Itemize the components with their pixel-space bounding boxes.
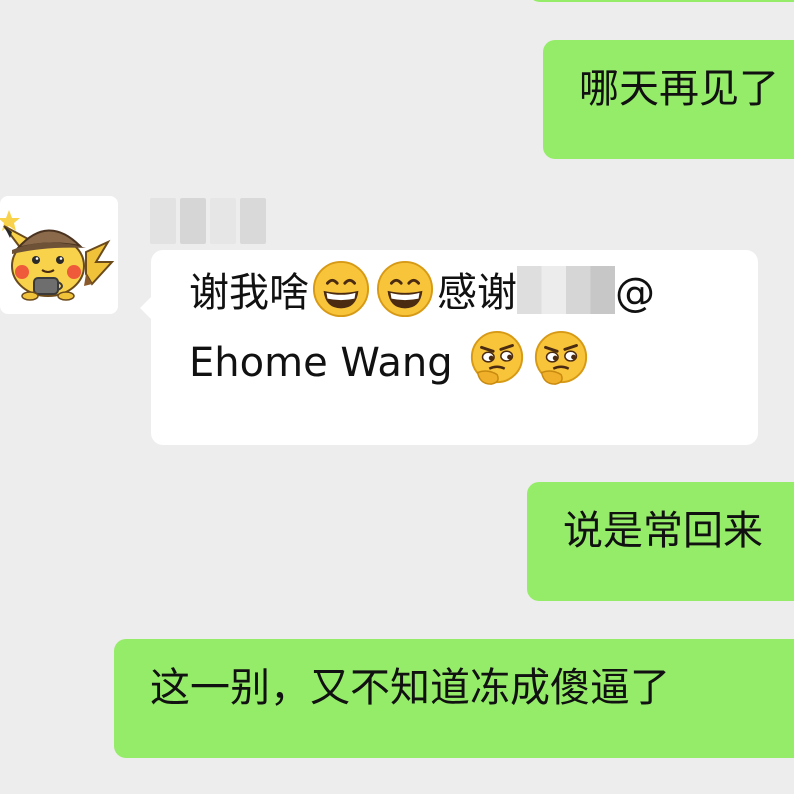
message-text: 谢我啥 xyxy=(189,270,309,316)
pikachu-detective-icon xyxy=(0,210,115,301)
chat-message-list[interactable]: 哪天再见了 谢我啥 感谢 @ Ehome Wang 说是常回来 这一别，又不知道… xyxy=(0,0,794,794)
message-text: 这一别，又不知道冻成傻逼了 xyxy=(150,665,670,711)
message-bubble-outgoing[interactable]: 哪天再见了 xyxy=(543,40,794,159)
grinning-face-icon xyxy=(312,260,370,318)
message-line-2: Ehome Wang xyxy=(189,328,758,398)
redaction-block xyxy=(180,198,206,244)
message-text: 感谢 xyxy=(437,270,517,316)
redaction-block xyxy=(210,198,236,244)
message-text: 哪天再见了 xyxy=(579,66,779,112)
message-bubble-incoming[interactable]: 谢我啥 感谢 @ Ehome Wang xyxy=(140,250,758,445)
thinking-face-icon xyxy=(535,330,588,385)
grinning-face-icon xyxy=(376,260,434,318)
redaction-block xyxy=(240,198,266,244)
thinking-face-icon xyxy=(471,330,524,385)
message-text: 说是常回来 xyxy=(563,508,763,554)
message-bubble-outgoing[interactable]: 这一别，又不知道冻成傻逼了 xyxy=(114,639,794,758)
sender-avatar[interactable] xyxy=(0,196,118,314)
redacted-name-block xyxy=(517,266,615,314)
previous-outgoing-bubble[interactable] xyxy=(528,0,794,2)
message-bubble-outgoing[interactable]: 说是常回来 xyxy=(527,482,794,601)
redaction-block xyxy=(150,198,176,244)
sender-name-redacted xyxy=(150,198,266,244)
message-text: @ xyxy=(615,270,655,316)
message-line-1: 谢我啥 感谢 @ xyxy=(189,258,758,328)
mention-text: Ehome Wang xyxy=(189,340,466,386)
